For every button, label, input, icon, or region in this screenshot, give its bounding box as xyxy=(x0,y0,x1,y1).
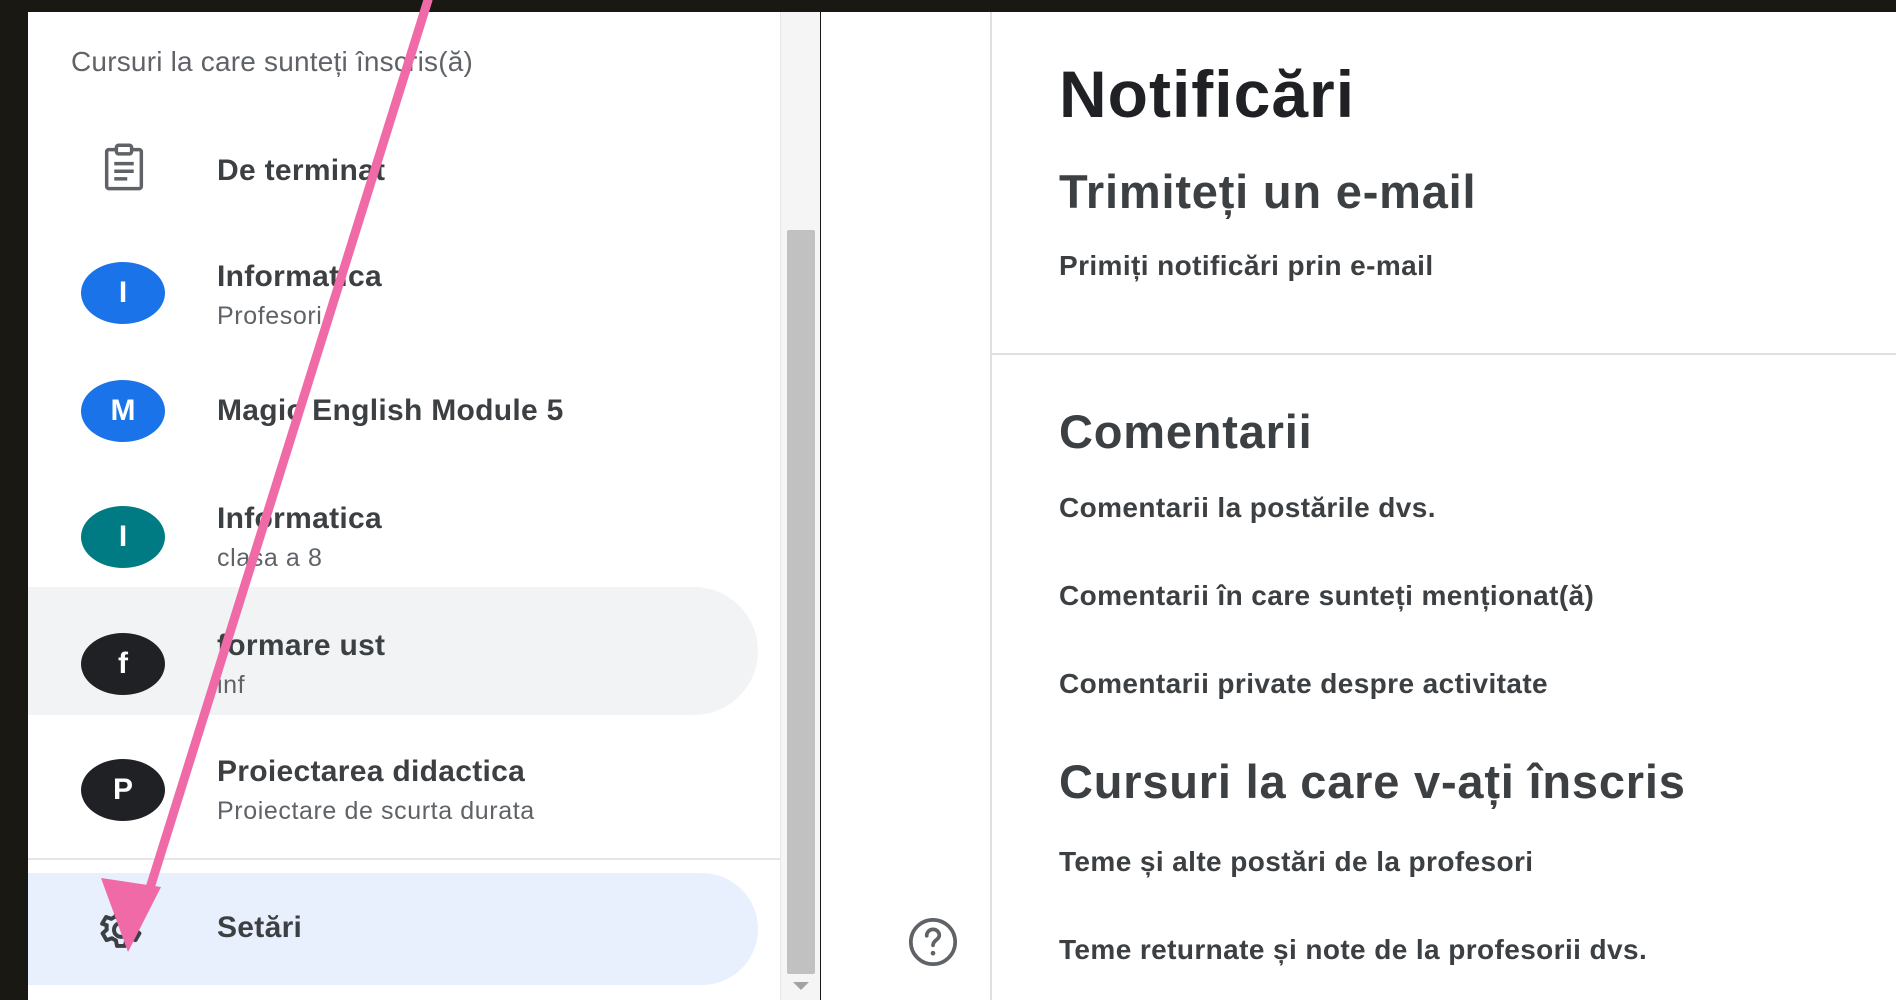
enrolled-section-heading: Cursuri la care v-ați înscris xyxy=(1059,755,1686,808)
drawer-scrollbar[interactable] xyxy=(780,12,820,1000)
page-title: Notificări xyxy=(1059,57,1356,131)
scrollbar-thumb[interactable] xyxy=(787,230,815,974)
comments-option[interactable]: Comentarii în care sunteți menționat(ă) xyxy=(1059,580,1594,612)
assignment-icon xyxy=(104,143,144,191)
sidebar-item-settings[interactable]: Setări xyxy=(28,873,758,985)
course-subtitle: clasa a 8 xyxy=(217,544,323,572)
course-subtitle: Profesori xyxy=(217,302,323,330)
sidebar-item-course[interactable]: I Informatica clasa a 8 xyxy=(28,472,780,600)
course-subtitle: Proiectare de scurta durata xyxy=(217,797,535,825)
sidebar-item-course[interactable]: f formare ust inf xyxy=(28,599,780,727)
comments-option[interactable]: Comentarii la postările dvs. xyxy=(1059,492,1436,524)
email-section-heading: Trimiteți un e-mail xyxy=(1059,165,1477,218)
sidebar-item-course[interactable]: M Magic English Module 5 xyxy=(28,346,780,474)
course-title: Proiectarea didactica xyxy=(217,755,526,788)
settings-label: Setări xyxy=(217,911,303,944)
divider xyxy=(28,858,780,860)
screenshot-frame: Cursuri la care sunteți înscris(ă) De te… xyxy=(0,0,1896,1000)
sidebar-item-course[interactable]: I Informatica Profesori xyxy=(28,228,780,356)
navigation-drawer: Cursuri la care sunteți înscris(ă) De te… xyxy=(28,12,780,1000)
course-avatar: M xyxy=(81,380,165,442)
course-title: formare ust xyxy=(217,629,386,662)
enrolled-courses-heading: Cursuri la care sunteți înscris(ă) xyxy=(71,46,474,77)
course-title: Magic English Module 5 xyxy=(217,394,564,427)
divider xyxy=(992,353,1896,355)
email-notifications-option[interactable]: Primiți notificări prin e-mail xyxy=(1059,250,1434,282)
course-avatar: I xyxy=(81,262,165,324)
scroll-down-arrow-icon[interactable] xyxy=(793,982,809,990)
course-avatar: P xyxy=(81,759,165,821)
enrolled-option[interactable]: Teme returnate și note de la profesorii … xyxy=(1059,934,1647,966)
middle-panel xyxy=(821,12,990,1000)
course-title: Informatica xyxy=(217,260,383,293)
gear-icon xyxy=(100,906,142,948)
course-avatar: f xyxy=(81,633,165,695)
enrolled-option[interactable]: Teme și alte postări de la profesori xyxy=(1059,846,1533,878)
course-avatar: I xyxy=(81,506,165,568)
help-icon[interactable] xyxy=(905,914,961,970)
sidebar-item-label: De terminat xyxy=(217,154,386,187)
sidebar-item-todo[interactable]: De terminat xyxy=(28,108,780,236)
comments-option[interactable]: Comentarii private despre activitate xyxy=(1059,668,1548,700)
course-subtitle: inf xyxy=(217,671,246,699)
notification-settings-panel: Notificări Trimiteți un e-mail Primiți n… xyxy=(990,12,1896,1000)
comments-section-heading: Comentarii xyxy=(1059,405,1313,458)
course-title: Informatica xyxy=(217,502,383,535)
sidebar-item-course[interactable]: P Proiectarea didactica Proiectare de sc… xyxy=(28,725,780,853)
